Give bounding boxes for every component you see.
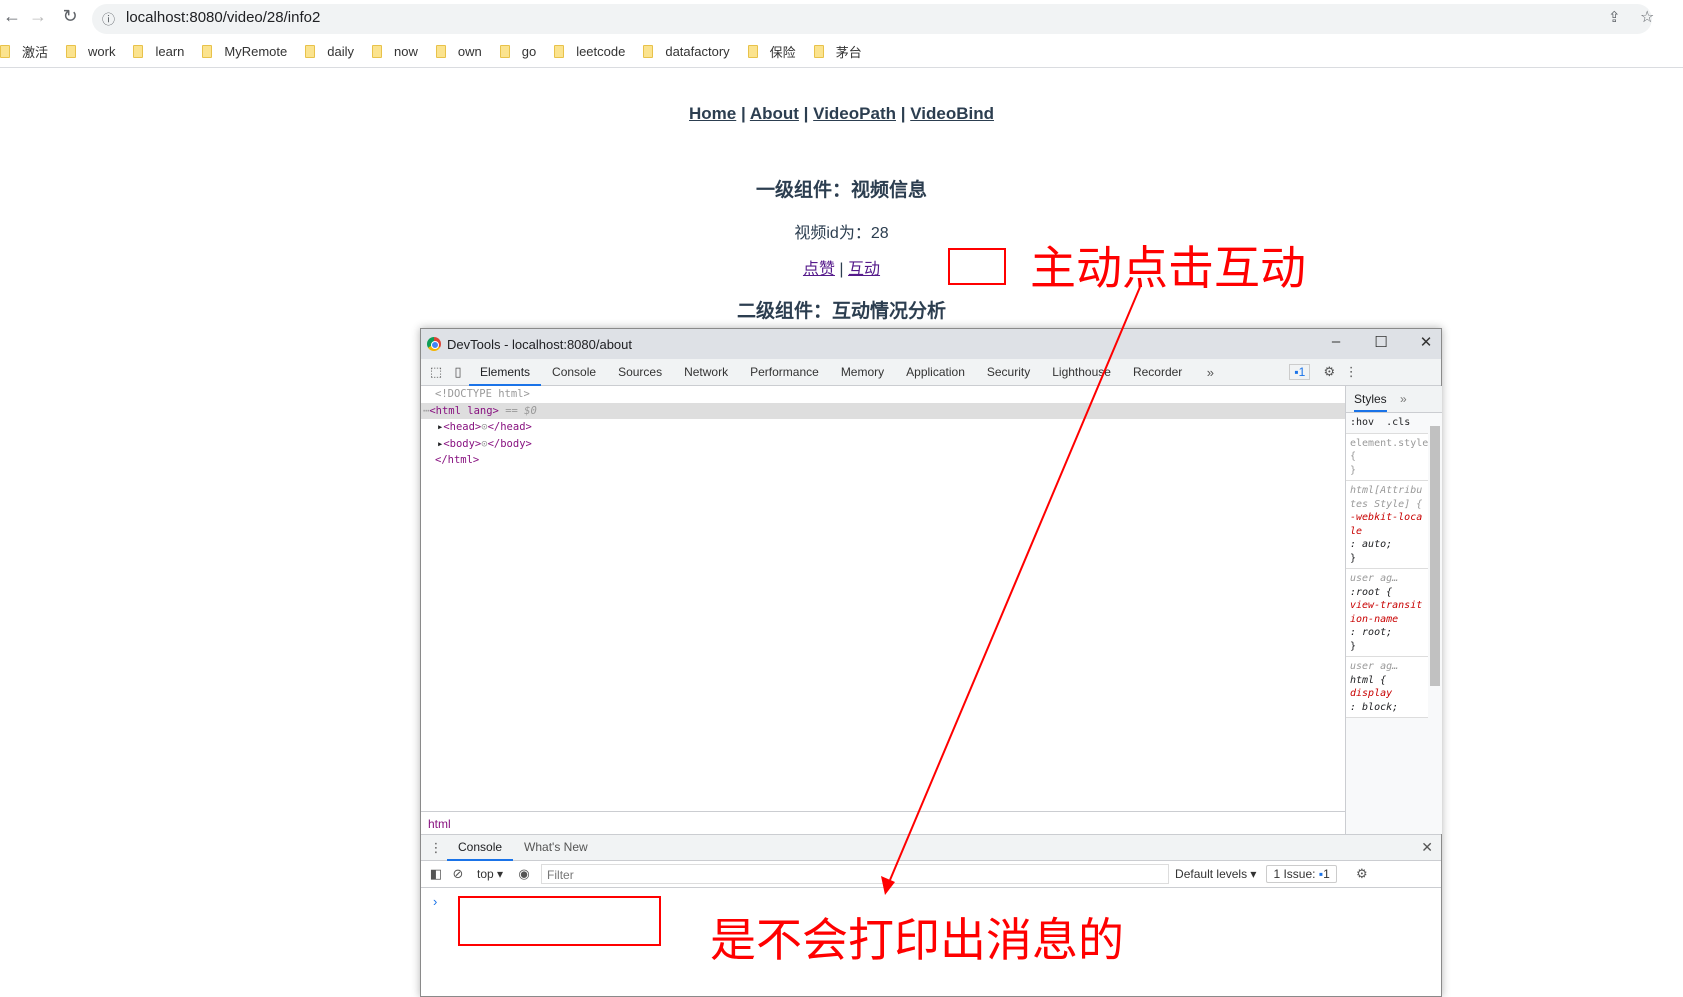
annotation-arrow [881, 286, 1141, 895]
